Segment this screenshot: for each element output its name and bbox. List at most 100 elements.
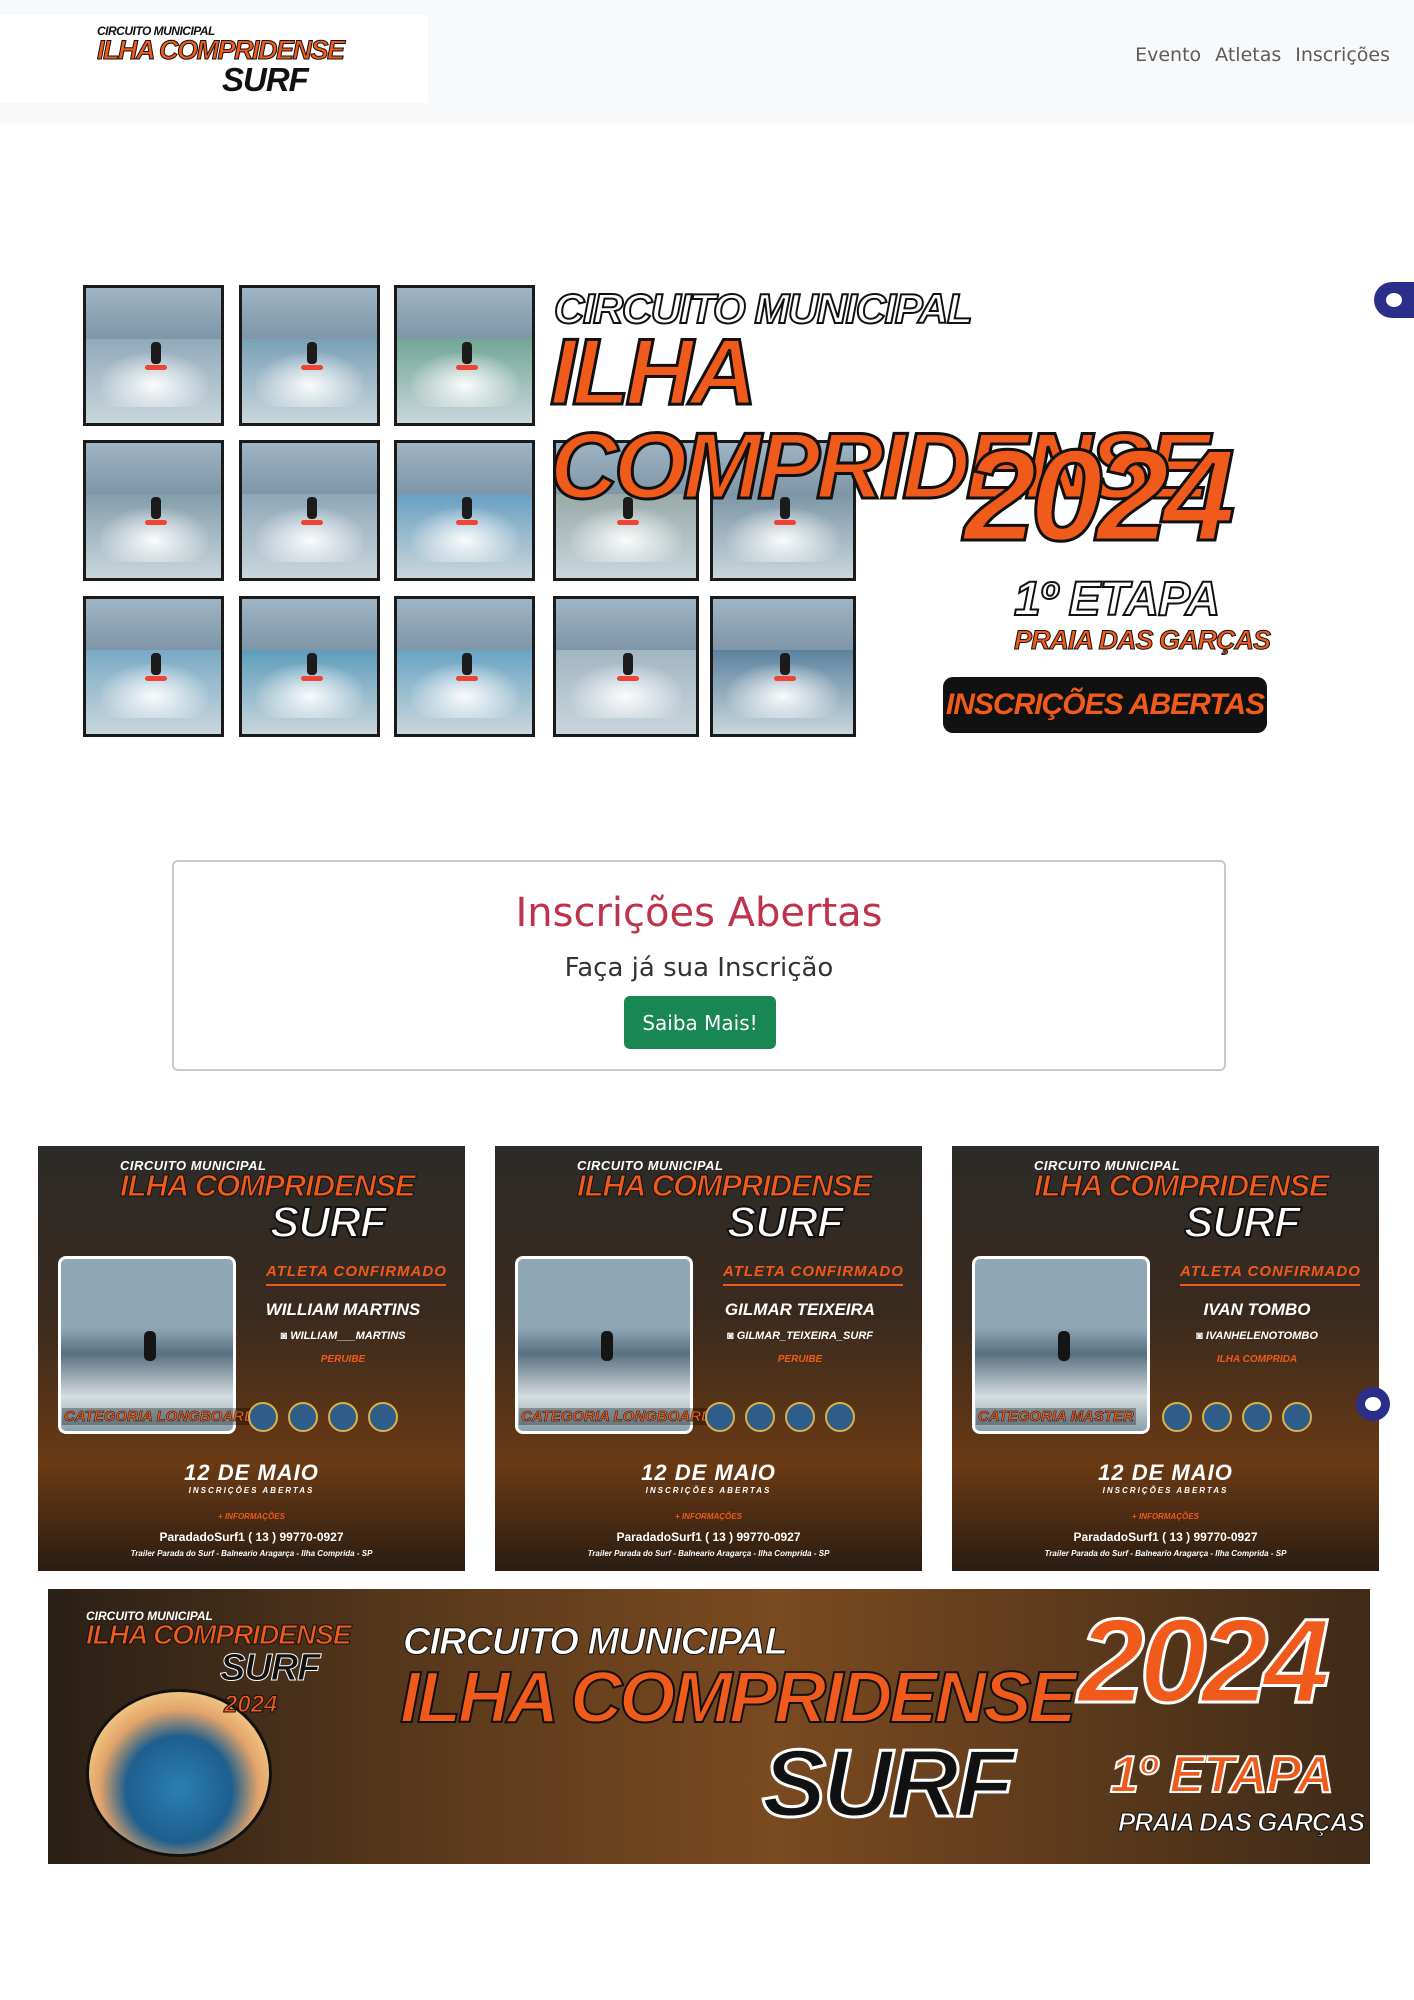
hero-location: PRAIA DAS GARÇAS bbox=[1013, 625, 1271, 656]
contact-line: ParadadoSurf1 ( 13 ) 99770-0927 bbox=[1073, 1530, 1258, 1544]
athlete-city: ILHA COMPRIDA bbox=[1216, 1354, 1298, 1365]
event-status: INSCRIÇÕES ABERTAS bbox=[1102, 1486, 1229, 1495]
surfer-figure bbox=[300, 497, 323, 525]
sponsor-logo bbox=[288, 1402, 318, 1432]
more-info-label: + INFORMAÇÕES bbox=[675, 1512, 742, 1521]
registration-card: Inscrições Abertas Faça já sua Inscrição… bbox=[172, 860, 1226, 1071]
instagram-icon: ◙ bbox=[1196, 1330, 1206, 1342]
discord-bot-icon[interactable] bbox=[1356, 1387, 1390, 1421]
registration-subtitle: Faça já sua Inscrição bbox=[564, 953, 834, 983]
nav-link-evento[interactable]: Evento bbox=[1135, 44, 1201, 66]
card-surf: SURF bbox=[269, 1197, 388, 1248]
hero-photo bbox=[710, 596, 856, 737]
banner-title-big: ILHA COMPRIDENSE bbox=[399, 1657, 1077, 1739]
hero-banner: CIRCUITO MUNICIPAL ILHA COMPRIDENSE 2024… bbox=[14, 125, 1386, 775]
card-surf: SURF bbox=[1183, 1197, 1302, 1248]
sponsor-logo bbox=[825, 1402, 855, 1432]
sponsor-logo bbox=[1282, 1402, 1312, 1432]
sponsor-logo bbox=[705, 1402, 735, 1432]
event-address: Trailer Parada do Surf - Balneario Araga… bbox=[1044, 1549, 1287, 1558]
athlete-confirmed-label: ATLETA CONFIRMADO bbox=[723, 1263, 904, 1280]
surfer-figure bbox=[617, 497, 640, 525]
instagram-icon: ◙ bbox=[280, 1330, 291, 1342]
discord-bot-icon[interactable] bbox=[1374, 282, 1414, 318]
instagram-icon: ◙ bbox=[727, 1330, 737, 1342]
sponsor-logo bbox=[328, 1402, 358, 1432]
athlete-name: IVAN TOMBO bbox=[1203, 1300, 1311, 1319]
surfer-figure bbox=[1057, 1331, 1070, 1362]
hero-photo bbox=[83, 285, 224, 426]
surfer-figure bbox=[455, 342, 478, 370]
instagram-handle: IVANHELENOTOMBO bbox=[1205, 1330, 1318, 1342]
athlete-card[interactable]: CIRCUITO MUNICIPAL ILHA COMPRIDENSE SURF CA… bbox=[38, 1146, 465, 1571]
hero-photo bbox=[553, 596, 699, 737]
surfer-figure bbox=[455, 653, 478, 681]
sponsor-logos bbox=[1162, 1402, 1312, 1432]
banner-year: 2024 bbox=[1077, 1594, 1332, 1728]
athlete-city: PERUIBE bbox=[777, 1354, 823, 1365]
athlete-card[interactable]: CIRCUITO MUNICIPAL ILHA COMPRIDENSE SURF CA… bbox=[952, 1146, 1379, 1571]
athlete-category: CATEGORIA LONGBOARD bbox=[62, 1408, 257, 1425]
banner-stage: 1º ETAPA bbox=[1109, 1745, 1335, 1805]
navbar: CIRCUITO MUNICIPAL ILHA COMPRIDENSE SURF… bbox=[0, 0, 1414, 125]
hero-photo bbox=[239, 440, 380, 581]
hero-photo bbox=[83, 440, 224, 581]
more-info-label: + INFORMAÇÕES bbox=[218, 1512, 285, 1521]
surfer-figure bbox=[144, 497, 167, 525]
divider bbox=[266, 1284, 446, 1286]
brand-logo[interactable]: CIRCUITO MUNICIPAL ILHA COMPRIDENSE SURF bbox=[0, 15, 428, 103]
nav-link-inscricoes[interactable]: Inscrições bbox=[1295, 44, 1390, 66]
surfer-figure bbox=[600, 1331, 613, 1362]
athlete-name: GILMAR TEIXEIRA bbox=[724, 1300, 876, 1319]
sponsor-logos bbox=[248, 1402, 398, 1432]
banner-logo-line3: SURF bbox=[219, 1647, 320, 1690]
sponsor-logo bbox=[368, 1402, 398, 1432]
brand-line3: SURF bbox=[222, 61, 309, 98]
event-status: INSCRIÇÕES ABERTAS bbox=[645, 1486, 772, 1495]
surfer-figure bbox=[143, 1331, 156, 1362]
athlete-instagram: ◙ IVANHELENOTOMBO bbox=[1137, 1330, 1377, 1342]
hero-photo bbox=[394, 596, 535, 737]
hero-photo bbox=[394, 285, 535, 426]
registration-title: Inscrições Abertas bbox=[515, 890, 883, 936]
contact-line: ParadadoSurf1 ( 13 ) 99770-0927 bbox=[159, 1530, 344, 1544]
sponsor-logos bbox=[705, 1402, 855, 1432]
hero-photo bbox=[394, 440, 535, 581]
surfer-figure bbox=[617, 653, 640, 681]
athlete-confirmed-label: ATLETA CONFIRMADO bbox=[266, 1263, 447, 1280]
hero-photo bbox=[239, 285, 380, 426]
hero-year: 2024 bbox=[962, 422, 1236, 568]
hero-registration-badge: INSCRIÇÕES ABERTAS bbox=[943, 677, 1267, 733]
more-info-label: + INFORMAÇÕES bbox=[1132, 1512, 1199, 1521]
surfer-figure bbox=[455, 497, 478, 525]
banner-logo-year: 2024 bbox=[223, 1691, 278, 1719]
hero-stage: 1º ETAPA bbox=[1013, 572, 1221, 627]
surfer-figure bbox=[774, 497, 797, 525]
surfer-figure bbox=[300, 342, 323, 370]
athlete-category: CATEGORIA LONGBOARD bbox=[519, 1408, 714, 1425]
sponsor-logo bbox=[1242, 1402, 1272, 1432]
event-address: Trailer Parada do Surf - Balneario Araga… bbox=[130, 1549, 373, 1558]
divider bbox=[1180, 1284, 1360, 1286]
athlete-instagram: ◙ WILLIAM___MARTINS bbox=[223, 1330, 463, 1342]
contact-line: ParadadoSurf1 ( 13 ) 99770-0927 bbox=[616, 1530, 801, 1544]
event-date: 12 DE MAIO bbox=[184, 1460, 319, 1485]
instagram-handle: GILMAR_TEIXEIRA_SURF bbox=[736, 1330, 873, 1342]
event-date: 12 DE MAIO bbox=[1098, 1460, 1233, 1485]
sponsor-logo bbox=[248, 1402, 278, 1432]
surfer-figure bbox=[144, 653, 167, 681]
event-status: INSCRIÇÕES ABERTAS bbox=[188, 1486, 315, 1495]
athlete-city: PERUIBE bbox=[320, 1354, 366, 1365]
saiba-mais-button[interactable]: Saiba Mais! bbox=[624, 996, 776, 1049]
sponsor-logo bbox=[745, 1402, 775, 1432]
card-surf: SURF bbox=[726, 1197, 845, 1248]
sponsor-logo bbox=[1202, 1402, 1232, 1432]
surfer-figure bbox=[300, 653, 323, 681]
athlete-name: WILLIAM MARTINS bbox=[265, 1300, 421, 1319]
nav-link-atletas[interactable]: Atletas bbox=[1215, 44, 1281, 66]
divider bbox=[723, 1284, 903, 1286]
hero-photo bbox=[239, 596, 380, 737]
athlete-card[interactable]: CIRCUITO MUNICIPAL ILHA COMPRIDENSE SURF CA… bbox=[495, 1146, 922, 1571]
banner-location: PRAIA DAS GARÇAS bbox=[1118, 1807, 1366, 1838]
sponsor-logo bbox=[785, 1402, 815, 1432]
